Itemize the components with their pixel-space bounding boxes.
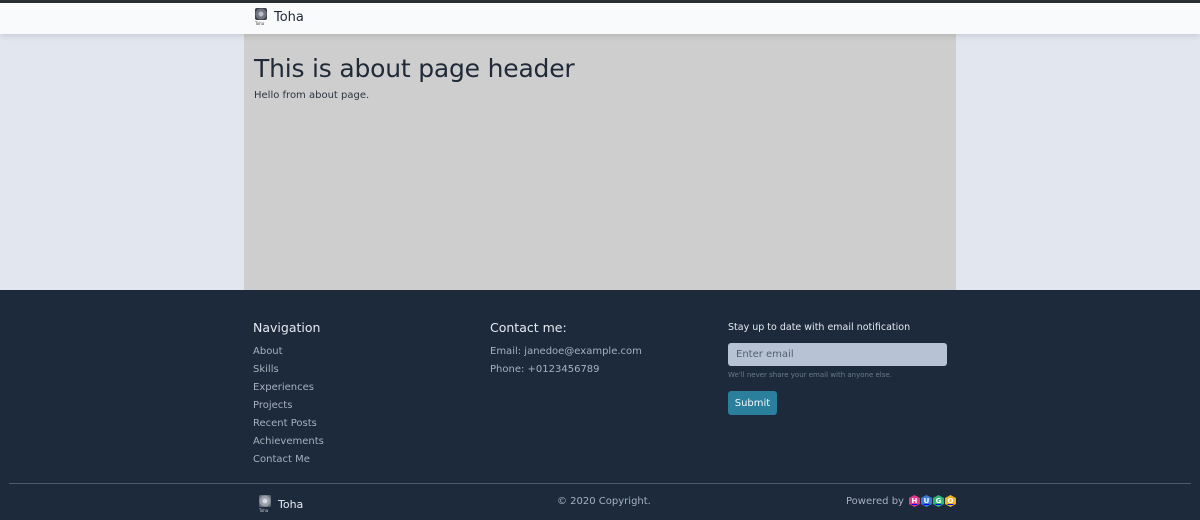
navigation-list: About Skills Experiences Projects Recent… (253, 343, 324, 469)
newsletter-heading: Stay up to date with email notification (728, 322, 911, 333)
footer-link-contact-me[interactable]: Contact Me (253, 451, 324, 469)
main-content: This is about page header Hello from abo… (244, 34, 956, 290)
brand-logo-icon: Toha (254, 7, 268, 27)
footer-divider (9, 483, 1191, 484)
powered-by-label: Powered by (846, 495, 904, 507)
navigation-heading: Navigation (253, 320, 321, 335)
footer-brand-link[interactable]: Toha Toha (258, 494, 303, 514)
copyright-text: © 2020 Copyright. (557, 496, 651, 507)
footer-link-experiences[interactable]: Experiences (253, 379, 324, 397)
submit-button[interactable]: Submit (728, 391, 777, 415)
footer-navigation: Navigation About Skills Experiences Proj… (253, 320, 324, 469)
footer-link-about[interactable]: About (253, 343, 324, 361)
privacy-note: We'll never share your email with anyone… (728, 371, 892, 379)
contact-email: Email: janedoe@example.com (490, 346, 642, 357)
brand-link[interactable]: Toha Toha (254, 7, 304, 27)
powered-by: Powered by H U G O (846, 495, 956, 507)
footer-link-recent-posts[interactable]: Recent Posts (253, 415, 324, 433)
footer-link-achievements[interactable]: Achievements (253, 433, 324, 451)
hugo-letter-h: H (908, 495, 920, 507)
hugo-letter-o: O (944, 495, 956, 507)
hugo-letter-u: U (920, 495, 932, 507)
hugo-letter-g: G (932, 495, 944, 507)
hugo-logo-icon[interactable]: H U G O (908, 495, 956, 507)
footer-brand-logo-icon: Toha (258, 494, 272, 514)
footer: Navigation About Skills Experiences Proj… (0, 290, 1200, 520)
page-body-text: Hello from about page. (254, 90, 370, 101)
contact-phone: Phone: +0123456789 (490, 364, 600, 375)
footer-link-skills[interactable]: Skills (253, 361, 324, 379)
footer-link-projects[interactable]: Projects (253, 397, 324, 415)
top-navbar: Toha Toha (0, 3, 1200, 34)
footer-brand-name: Toha (278, 497, 304, 511)
page-title: This is about page header (254, 54, 575, 83)
newsletter-email-input[interactable] (728, 343, 947, 366)
brand-name: Toha (274, 9, 304, 25)
contact-heading: Contact me: (490, 320, 567, 335)
footer-contact: Contact me: Email: janedoe@example.com P… (490, 320, 642, 379)
footer-newsletter: Stay up to date with email notification … (728, 320, 947, 415)
